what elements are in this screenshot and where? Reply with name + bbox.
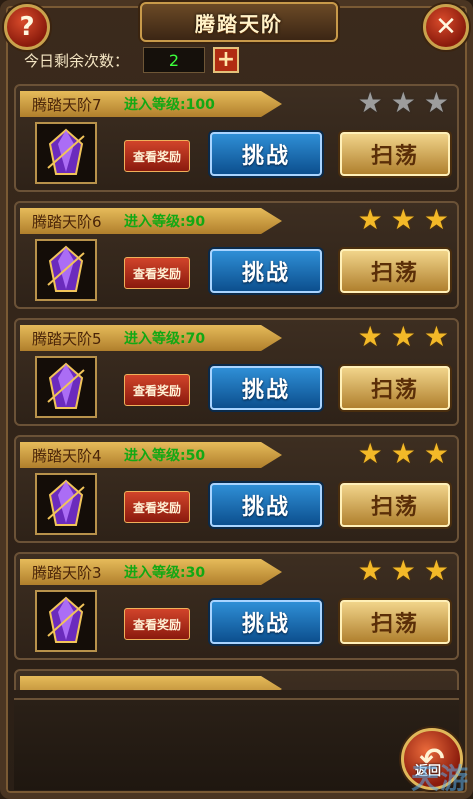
stage-name: 腾踏天阶3 [32, 564, 102, 582]
star-rating: ★ ★ ★ [358, 205, 449, 235]
crystal-icon [47, 362, 85, 409]
view-reward-button[interactable]: 查看奖励 [124, 491, 190, 523]
challenge-button[interactable]: 挑战 [210, 600, 322, 644]
sweep-button[interactable]: 扫荡 [340, 132, 450, 176]
challenge-button[interactable]: 挑战 [210, 366, 322, 410]
star-rating: ★ ★ ★ [358, 322, 449, 352]
challenge-button[interactable]: 挑战 [210, 483, 322, 527]
view-reward-button[interactable]: 查看奖励 [124, 608, 190, 640]
view-reward-button[interactable]: 查看奖励 [124, 374, 190, 406]
stage-reward-slot[interactable] [35, 122, 97, 184]
question-mark-icon: ? [19, 12, 35, 42]
close-button[interactable]: ✕ [423, 4, 469, 50]
add-attempts-button[interactable]: + [213, 47, 240, 73]
crystal-icon [47, 479, 85, 526]
title-banner: 腾踏天阶 [140, 2, 338, 42]
view-reward-button[interactable]: 查看奖励 [124, 140, 190, 172]
sweep-button[interactable]: 扫荡 [340, 249, 450, 293]
star-icon: ★ [390, 86, 416, 119]
stage-card: 腾踏天阶7 进入等级:100 ★ ★ ★ 查看奖励 挑战 扫荡 [14, 84, 459, 192]
star-icon: ★ [423, 320, 449, 353]
plus-icon: + [216, 47, 236, 72]
stage-requirement: 进入等级:100 [124, 97, 215, 113]
close-icon: ✕ [435, 12, 457, 42]
star-icon: ★ [390, 320, 416, 353]
stage-card: 腾踏天阶3 进入等级:30 ★ ★ ★ 查看奖励 挑战 扫荡 [14, 552, 459, 660]
star-rating: ★ ★ ★ [358, 556, 449, 586]
crystal-icon [47, 128, 85, 175]
remaining-count-label: 今日剩余次数： [24, 51, 130, 70]
stage-card: 腾踏天阶5 进入等级:70 ★ ★ ★ 查看奖励 挑战 扫荡 [14, 318, 459, 426]
star-icon: ★ [357, 203, 383, 236]
star-icon: ★ [357, 320, 383, 353]
star-rating: ★ ★ ★ [358, 439, 449, 469]
watermark: 天游 [410, 762, 469, 795]
sweep-button[interactable]: 扫荡 [340, 483, 450, 527]
page-title: 腾踏天阶 [195, 11, 283, 36]
sweep-button[interactable]: 扫荡 [340, 600, 450, 644]
challenge-button[interactable]: 挑战 [210, 132, 322, 176]
stage-requirement: 进入等级:90 [124, 214, 206, 230]
stage-list[interactable]: 腾踏天阶7 进入等级:100 ★ ★ ★ 查看奖励 挑战 扫荡 腾踏天阶6 进入等级… [14, 84, 459, 690]
crystal-icon [47, 596, 85, 643]
stage-card: 腾踏天阶6 进入等级:90 ★ ★ ★ 查看奖励 挑战 扫荡 [14, 201, 459, 309]
star-icon: ★ [357, 554, 383, 587]
star-icon: ★ [423, 203, 449, 236]
remaining-count-row: 今日剩余次数： 2 + [24, 47, 240, 73]
stage-requirement: 进入等级:50 [124, 448, 206, 464]
sweep-button[interactable]: 扫荡 [340, 366, 450, 410]
stage-reward-slot[interactable] [35, 356, 97, 418]
stage-card-partial [14, 669, 459, 690]
stage-name: 腾踏天阶5 [32, 330, 102, 348]
stage-reward-slot[interactable] [35, 590, 97, 652]
stage-name: 腾踏天阶4 [32, 447, 102, 465]
help-button[interactable]: ? [4, 4, 50, 50]
stage-reward-slot[interactable] [35, 473, 97, 535]
challenge-button[interactable]: 挑战 [210, 249, 322, 293]
star-rating: ★ ★ ★ [358, 88, 449, 118]
star-icon: ★ [390, 437, 416, 470]
stage-name: 腾踏天阶6 [32, 213, 102, 231]
star-icon: ★ [390, 554, 416, 587]
star-icon: ★ [423, 437, 449, 470]
remaining-count-value: 2 [143, 47, 206, 73]
star-icon: ★ [390, 203, 416, 236]
star-icon: ★ [423, 554, 449, 587]
bottom-bar [14, 698, 459, 790]
crystal-icon [47, 245, 85, 292]
star-icon: ★ [357, 437, 383, 470]
stage-requirement: 进入等级:70 [124, 331, 206, 347]
star-icon: ★ [423, 86, 449, 119]
stage-name: 腾踏天阶7 [32, 96, 102, 114]
star-icon: ★ [357, 86, 383, 119]
stage-reward-slot[interactable] [35, 239, 97, 301]
view-reward-button[interactable]: 查看奖励 [124, 257, 190, 289]
stage-card: 腾踏天阶4 进入等级:50 ★ ★ ★ 查看奖励 挑战 扫荡 [14, 435, 459, 543]
stage-ribbon [20, 676, 282, 690]
stage-requirement: 进入等级:30 [124, 565, 206, 581]
